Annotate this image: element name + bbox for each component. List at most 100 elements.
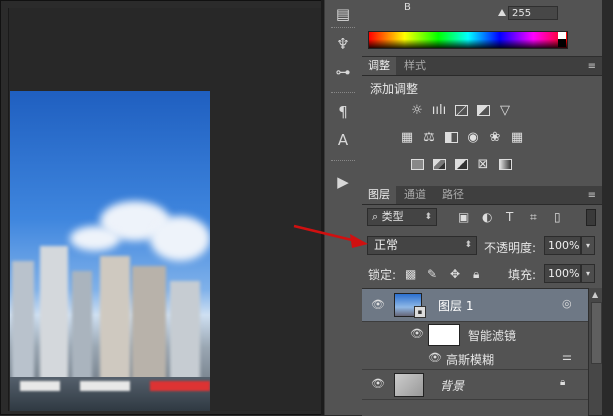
lock-pixels-icon[interactable]: ✎ xyxy=(427,267,437,281)
play-action-icon[interactable]: ▶ xyxy=(332,172,354,192)
white-swatch[interactable] xyxy=(558,32,566,39)
invert-icon[interactable] xyxy=(408,156,426,172)
smart-object-badge-icon: ▪ xyxy=(414,306,426,318)
filter-toggle[interactable] xyxy=(586,209,596,226)
chevron-updown-icon: ⬍ xyxy=(424,212,432,222)
layer-name[interactable]: 图层 1 xyxy=(438,297,473,314)
layers-list: 👁︎ ▪ 图层 1 ◎ 👁︎ 智能滤镜 👁︎ 高斯模糊 ⚌ 👁︎ 背景 🔒︎ xyxy=(362,288,588,416)
building-shape xyxy=(170,281,200,381)
tab-styles[interactable]: 样式 xyxy=(398,57,432,75)
tab-adjustments[interactable]: 调整 xyxy=(362,57,396,75)
color-spectrum[interactable] xyxy=(368,31,568,49)
eye-icon[interactable]: 👁︎ xyxy=(428,351,442,364)
pixel-filter-icon[interactable]: ▣ xyxy=(458,210,469,224)
black-swatch[interactable] xyxy=(558,39,566,47)
black-white-icon[interactable] xyxy=(442,129,460,145)
panel-menu-icon[interactable]: ≡ xyxy=(588,61,596,72)
layer-filter-row: ⌕ 类型 ⬍ ▣ ◐ T ⌗ ▯ xyxy=(362,206,602,228)
type-filter-icon[interactable]: T xyxy=(506,210,513,224)
annotation-arrow-icon xyxy=(293,224,368,248)
filter-mask-thumbnail xyxy=(428,324,460,346)
histogram-icon[interactable]: ▤ xyxy=(332,4,354,24)
adjustment-filter-icon[interactable]: ◐ xyxy=(482,210,492,224)
layer-row-background[interactable]: 👁︎ 背景 🔒︎ xyxy=(362,369,588,400)
paragraph-icon[interactable]: ¶ xyxy=(332,102,354,122)
brush-preset-icon[interactable]: ♆ xyxy=(332,34,354,54)
layer-row-smart-object[interactable]: 👁︎ ▪ 图层 1 ◎ xyxy=(362,289,588,322)
filter-blending-options-icon[interactable]: ⚌ xyxy=(562,350,572,363)
chevron-updown-icon: ⬍ xyxy=(464,240,472,250)
tab-paths[interactable]: 路径 xyxy=(436,186,470,204)
selective-color-icon[interactable]: ⊠ xyxy=(474,156,492,172)
scroll-thumb[interactable] xyxy=(591,302,602,364)
exposure-icon[interactable] xyxy=(474,102,492,118)
lock-transparency-icon[interactable]: ▩ xyxy=(405,267,416,281)
layer-kind-filter[interactable]: ⌕ 类型 ⬍ xyxy=(367,208,437,226)
photo-filter-icon[interactable]: ◉ xyxy=(464,129,482,145)
tab-layers[interactable]: 图层 xyxy=(362,186,396,204)
scroll-up-icon[interactable]: ▲ xyxy=(592,290,598,299)
curves-icon[interactable] xyxy=(452,102,470,118)
filter-name[interactable]: 高斯模糊 xyxy=(446,351,494,368)
color-balance-icon[interactable]: ⚖ xyxy=(420,129,438,145)
layer-thumbnail xyxy=(394,373,424,397)
lock-all-icon[interactable]: 🔒︎ xyxy=(473,267,479,282)
canvas-image[interactable] xyxy=(10,91,210,411)
vibrance-icon[interactable]: ▽ xyxy=(496,102,514,118)
levels-icon[interactable]: ıılı xyxy=(430,102,448,118)
posterize-icon[interactable] xyxy=(430,156,448,172)
tool-presets-icon[interactable]: ⊶ xyxy=(332,62,354,82)
color-lookup-icon[interactable]: ▦ xyxy=(508,129,526,145)
layer-row-smart-filter[interactable]: 👁︎ 智能滤镜 xyxy=(362,321,588,347)
layer-row-filter[interactable]: 👁︎ 高斯模糊 ⚌ xyxy=(362,347,588,370)
building-shape xyxy=(40,246,68,381)
fill-dropdown[interactable]: ▾ xyxy=(581,264,595,283)
eye-icon[interactable]: 👁︎ xyxy=(371,377,385,390)
boat-shape xyxy=(20,381,60,391)
brightness-contrast-icon[interactable]: ☼ xyxy=(408,102,426,118)
panel-grip[interactable] xyxy=(331,27,355,30)
panel-grip[interactable] xyxy=(331,160,355,163)
fill-field[interactable]: 100% xyxy=(544,264,581,283)
layer-name[interactable]: 背景 xyxy=(440,377,464,394)
gradient-map-icon[interactable] xyxy=(496,156,514,172)
lock-icon: 🔒︎ xyxy=(560,377,566,388)
eye-icon[interactable]: 👁︎ xyxy=(410,327,424,340)
blend-mode-value: 正常 xyxy=(374,238,399,252)
blend-mode-select[interactable]: 正常 ⬍ xyxy=(367,236,477,255)
filter-kind-label: 类型 xyxy=(381,210,404,223)
shape-filter-icon[interactable]: ⌗ xyxy=(530,210,537,225)
slider-thumb-icon[interactable] xyxy=(498,9,506,16)
cloud-shape xyxy=(70,226,120,251)
character-icon[interactable]: A xyxy=(332,130,354,150)
channel-mixer-icon[interactable]: ❀ xyxy=(486,129,504,145)
panel-menu-icon[interactable]: ≡ xyxy=(588,190,596,201)
eye-icon[interactable]: 👁︎ xyxy=(371,298,385,311)
smart-object-filter-icon[interactable]: ▯ xyxy=(554,210,561,224)
boat-shape xyxy=(80,381,130,391)
cloud-shape xyxy=(150,216,210,261)
adjustment-icons-row-1: ☼ ıılı ▽ xyxy=(408,102,514,118)
building-shape xyxy=(132,266,166,381)
threshold-icon[interactable] xyxy=(452,156,470,172)
hue-saturation-icon[interactable]: ▦ xyxy=(398,129,416,145)
window-edge xyxy=(602,0,613,415)
building-shape xyxy=(72,271,92,381)
adjustment-icons-row-3: ⊠ xyxy=(408,156,514,172)
panel-grip[interactable] xyxy=(331,92,355,95)
channel-value-field[interactable]: 255 xyxy=(508,6,558,20)
opacity-field[interactable]: 100% xyxy=(544,236,581,255)
collapsed-panel-strip: ▤ ♆ ⊶ ¶ A ▶ xyxy=(324,0,363,415)
building-shape xyxy=(100,256,130,381)
adjustment-icons-row-2: ▦ ⚖ ◉ ❀ ▦ xyxy=(398,129,526,145)
opacity-dropdown[interactable]: ▾ xyxy=(581,236,595,255)
arrow-head xyxy=(350,234,368,248)
opacity-label: 不透明度: xyxy=(484,241,537,255)
adjustments-tabbar: 调整 样式 ≡ xyxy=(362,57,602,76)
lock-position-icon[interactable]: ✥ xyxy=(450,267,460,281)
adjustments-title: 添加调整 xyxy=(370,82,419,96)
tab-channels[interactable]: 通道 xyxy=(398,186,432,204)
smart-filter-visibility-icon[interactable]: ◎ xyxy=(562,297,572,310)
layers-scrollbar[interactable]: ▲ xyxy=(588,288,603,415)
lock-label: 锁定: xyxy=(368,268,397,282)
